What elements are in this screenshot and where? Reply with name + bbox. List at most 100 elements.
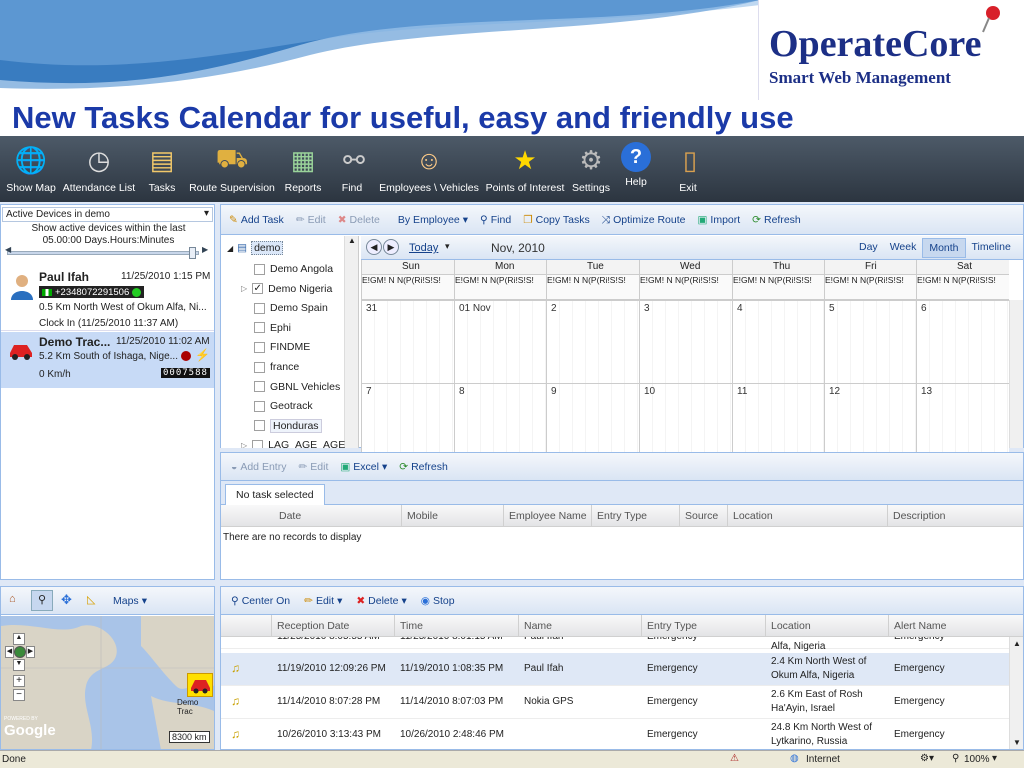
tree-checkbox[interactable]: ✓ [252, 283, 264, 295]
devices-window-slider[interactable] [7, 251, 199, 255]
by-employee-dropdown[interactable]: By Employee ▾ [394, 210, 472, 230]
pan-right-button[interactable]: ▶ [26, 646, 35, 658]
alert-row[interactable]: ♫ 11/19/2010 12:09:26 PM 11/19/2010 1:08:3… [221, 653, 1009, 686]
entries-column-header[interactable]: Source [685, 510, 718, 522]
pan-left-button[interactable]: ◀ [5, 646, 14, 658]
view-day-button[interactable]: Day [853, 238, 884, 258]
entries-column-header[interactable]: Date [279, 510, 301, 522]
popup-blocker-icon[interactable]: ⚠ [730, 753, 739, 764]
alerts-scrollbar[interactable]: ▲ ▼ [1009, 637, 1023, 749]
pan-arrows-icon[interactable]: ✥ [61, 592, 72, 608]
tree-checkbox[interactable] [252, 439, 264, 448]
toolbar-binoculars-button[interactable]: ⚯ Find [336, 140, 368, 198]
maps-dropdown[interactable]: Maps ▾ [109, 591, 151, 611]
tree-checkbox[interactable] [254, 361, 265, 373]
calendar-day-cell[interactable]: 5 [824, 300, 917, 383]
alerts-column-header[interactable]: Alert Name [894, 620, 947, 632]
tree-item[interactable]: ▷ LAG_AGE_AGE_ [241, 435, 351, 448]
add-task-button[interactable]: ✎ Add Task [225, 210, 288, 230]
toolbar-clock-button[interactable]: ◷ Attendance List [60, 140, 138, 198]
tree-item[interactable]: Honduras [254, 416, 322, 436]
alerts-column-header[interactable]: Name [524, 620, 552, 632]
alerts-column-header[interactable]: Time [400, 620, 423, 632]
tree-checkbox[interactable] [254, 341, 265, 353]
tree-checkbox[interactable] [254, 322, 265, 334]
chevron-down-icon[interactable]: ▾ [992, 753, 997, 764]
tree-item[interactable]: GBNL Vehicles [254, 377, 340, 397]
view-week-button[interactable]: Week [884, 238, 923, 258]
tree-item[interactable]: france [254, 357, 299, 377]
optimize-route-button[interactable]: ⤨ Optimize Route [598, 210, 690, 230]
device-item-paul[interactable]: Paul Ifah 11/25/2010 1:15 PM +2348072291… [1, 265, 214, 331]
edit-alert-button[interactable]: ✏ Edit ▾ [300, 591, 346, 611]
devices-filter-select[interactable]: Active Devices in demo ▾ [2, 207, 213, 222]
toolbar-report-button[interactable]: ▦ Reports [280, 140, 326, 198]
toolbar-employee-button[interactable]: ☺ Employees \ Vehicles [376, 140, 482, 198]
tree-item[interactable]: Demo Angola [254, 259, 333, 279]
view-month-button[interactable]: Month [922, 238, 966, 258]
alert-row[interactable]: 11/25/2010 8:05:55 AM 11/25/2010 8:01:15 … [221, 637, 1009, 652]
add-entry-button[interactable]: ◒ Add Entry [227, 457, 290, 477]
copy-tasks-button[interactable]: ❐ Copy Tasks [519, 210, 594, 230]
device-item-demo-tracker[interactable]: Demo Trac... 11/25/2010 11:02 AM 5.2 Km … [1, 332, 214, 388]
zoom-in-button[interactable]: + [13, 675, 25, 687]
tree-item[interactable]: ▷ ✓ Demo Nigeria [241, 279, 332, 299]
alerts-column-header[interactable]: Entry Type [647, 620, 697, 632]
tree-checkbox[interactable] [254, 302, 265, 314]
tree-scrollbar[interactable]: ▲ [344, 236, 358, 448]
alerts-column-header[interactable]: Reception Date [277, 620, 349, 632]
toolbar-globe-button[interactable]: 🌐 Show Map [4, 140, 58, 198]
delete-alert-button[interactable]: ✖ Delete ▾ [352, 591, 410, 611]
tree-checkbox[interactable] [254, 420, 265, 432]
center-on-button[interactable]: ⚲ Center On [227, 591, 294, 611]
protected-mode-icon[interactable]: ⚙▾ [920, 753, 934, 764]
alert-row[interactable]: ♫ 11/14/2010 8:07:28 PM 11/14/2010 8:07:03… [221, 686, 1009, 719]
refresh-tasks-button[interactable]: ⟳ Refresh [748, 210, 805, 230]
alert-row[interactable]: ♫ 10/26/2010 3:13:43 PM 10/26/2010 2:48:46… [221, 719, 1009, 749]
import-button[interactable]: ▣ Import [693, 210, 744, 230]
calendar-day-cell[interactable]: 01 Nov [454, 300, 547, 383]
refresh-entries-button[interactable]: ⟳ Refresh [395, 457, 452, 477]
pan-up-button[interactable]: ▲ [13, 633, 25, 645]
tree-checkbox[interactable] [254, 263, 265, 275]
entries-column-header[interactable]: Description [893, 510, 946, 522]
tree-item[interactable]: FINDME [254, 337, 310, 357]
toolbar-truck-button[interactable]: ⛟ Route Supervision [186, 140, 278, 198]
tree-expand-icon[interactable]: ▷ [241, 441, 247, 448]
entries-column-header[interactable]: Location [733, 510, 773, 522]
home-icon[interactable]: ⌂ [9, 593, 16, 605]
map-vehicle-marker[interactable] [187, 673, 213, 697]
arrow-right-icon[interactable]: ▶ [202, 245, 208, 254]
chevron-down-icon[interactable]: ▾ [445, 241, 450, 252]
stop-button[interactable]: ◉ Stop [417, 591, 459, 611]
ruler-icon[interactable]: ◺ [87, 593, 95, 606]
zoom-level[interactable]: 100% [964, 754, 990, 765]
entries-column-header[interactable]: Entry Type [597, 510, 647, 522]
entries-column-header[interactable]: Mobile [407, 510, 438, 522]
entries-column-header[interactable]: Employee Name [509, 510, 587, 522]
tree-checkbox[interactable] [254, 400, 265, 412]
tree-item[interactable]: Geotrack [254, 396, 313, 416]
toolbar-star-button[interactable]: ★ Points of Interest [482, 140, 568, 198]
calendar-day-cell[interactable]: 31 [361, 300, 454, 383]
tree-expand-icon[interactable]: ▷ [241, 284, 247, 293]
view-timeline-button[interactable]: Timeline [966, 238, 1017, 258]
find-button[interactable]: ⚲ Find [476, 210, 515, 230]
toolbar-clipboard-button[interactable]: ▤ Tasks [144, 140, 180, 198]
calendar-next-button[interactable]: ▶ [383, 239, 399, 255]
tab-no-task-selected[interactable]: No task selected [225, 484, 325, 505]
edit-entry-button[interactable]: ✏ Edit [294, 457, 332, 477]
alerts-column-header[interactable]: Location [771, 620, 811, 632]
zoom-out-button[interactable]: − [13, 689, 25, 701]
slider-handle[interactable] [189, 247, 196, 259]
toolbar-door-button[interactable]: ▯ Exit [672, 140, 704, 198]
edit-task-button[interactable]: ✏ Edit [292, 210, 330, 230]
tree-checkbox[interactable] [254, 381, 265, 393]
pan-down-button[interactable]: ▼ [13, 659, 25, 671]
calendar-day-cell[interactable]: 3 [639, 300, 732, 383]
excel-button[interactable]: ▣ Excel ▾ [336, 457, 391, 477]
tree-item[interactable]: Ephi [254, 318, 291, 338]
calendar-day-cell[interactable]: 6 [916, 300, 1009, 383]
toolbar-help-button[interactable]: ? Help [618, 140, 654, 198]
calendar-day-cell[interactable]: 2 [546, 300, 639, 383]
